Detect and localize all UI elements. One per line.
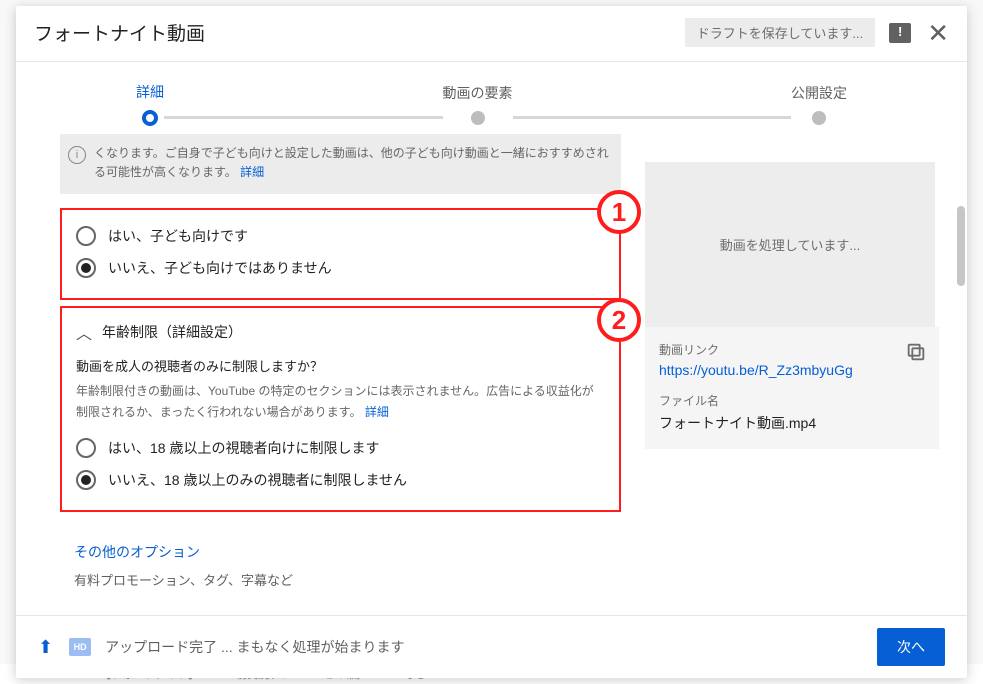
step-elements[interactable]: 動画の要素	[443, 83, 513, 125]
age-collapse-toggle[interactable]: ︿ 年齢制限（詳細設定）	[76, 318, 605, 352]
annotation-badge-2: 2	[597, 298, 641, 342]
left-column: i くなります。ご自身で子ども向けと設定した動画は、他の子ども向け動画と一緒にお…	[60, 134, 639, 615]
step-dot-active	[142, 110, 158, 126]
chevron-up-icon: ︿	[76, 320, 92, 344]
feedback-icon[interactable]	[889, 23, 911, 43]
radio-icon	[76, 226, 96, 246]
scrollbar[interactable]	[957, 206, 965, 286]
step-details[interactable]: 詳細	[136, 82, 164, 126]
other-options: その他のオプション 有料プロモーション、タグ、字幕など	[60, 518, 621, 589]
age-description: 年齢制限付きの動画は、YouTube の特定のセクションには表示されません。広告…	[76, 381, 605, 422]
draft-status-chip: ドラフトを保存しています...	[685, 18, 875, 47]
info-banner: i くなります。ご自身で子ども向けと設定した動画は、他の子ども向け動画と一緒にお…	[60, 134, 621, 194]
copy-icon[interactable]	[905, 341, 927, 363]
dialog-header: フォートナイト動画 ドラフトを保存しています... ✕	[16, 6, 967, 62]
video-link[interactable]: https://youtu.be/R_Zz3mbyuGg	[659, 362, 925, 378]
upload-dialog: フォートナイト動画 ドラフトを保存しています... ✕ 詳細 動画の要素 公開設…	[16, 6, 967, 678]
stepper: 詳細 動画の要素 公開設定	[16, 62, 967, 134]
audience-section: 1 はい、子ども向けです いいえ、子ども向けではありません	[60, 208, 621, 300]
video-thumbnail-placeholder: 動画を処理しています...	[645, 162, 935, 327]
close-icon[interactable]: ✕	[927, 20, 949, 46]
file-name-label: ファイル名	[659, 392, 925, 409]
radio-icon-selected	[76, 470, 96, 490]
step-visibility[interactable]: 公開設定	[791, 83, 847, 125]
radio-age-no[interactable]: いいえ、18 歳以上のみの視聴者に制限しません	[76, 464, 605, 496]
upload-icon: ⬆	[38, 637, 53, 658]
video-link-label: 動画リンク	[659, 341, 925, 358]
annotation-badge-1: 1	[597, 190, 641, 234]
video-meta-panel: 動画リンク https://youtu.be/R_Zz3mbyuGg ファイル名…	[645, 327, 939, 449]
age-question: 動画を成人の視聴者のみに制限しますか？	[76, 356, 605, 375]
step-line	[513, 116, 792, 119]
dialog-title: フォートナイト動画	[34, 19, 685, 46]
hd-icon: HD	[69, 638, 91, 656]
step-dot	[812, 111, 826, 125]
content-area: i くなります。ご自身で子ども向けと設定した動画は、他の子ども向け動画と一緒にお…	[16, 134, 967, 615]
info-icon: i	[68, 146, 86, 164]
other-options-desc: 有料プロモーション、タグ、字幕など	[74, 570, 621, 589]
radio-icon	[76, 438, 96, 458]
file-name: フォートナイト動画.mp4	[659, 413, 925, 433]
upload-status: アップロード完了 ... まもなく処理が始まります	[105, 637, 877, 657]
radio-icon-selected	[76, 258, 96, 278]
radio-kids-yes[interactable]: はい、子ども向けです	[76, 220, 605, 252]
step-line	[164, 116, 443, 119]
age-restriction-section: 2 ︿ 年齢制限（詳細設定） 動画を成人の視聴者のみに制限しますか？ 年齢制限付…	[60, 306, 621, 512]
right-column: 動画を処理しています... 動画リンク https://youtu.be/R_Z…	[639, 134, 939, 615]
age-learn-more-link[interactable]: 詳細	[365, 405, 389, 419]
other-options-link[interactable]: その他のオプション	[74, 542, 621, 562]
step-dot	[471, 111, 485, 125]
next-button[interactable]: 次へ	[877, 628, 945, 666]
radio-age-yes[interactable]: はい、18 歳以上の視聴者向けに制限します	[76, 432, 605, 464]
radio-kids-no[interactable]: いいえ、子ども向けではありません	[76, 252, 605, 284]
dialog-footer: ⬆ HD アップロード完了 ... まもなく処理が始まります 次へ	[16, 615, 967, 678]
info-learn-more-link[interactable]: 詳細	[240, 165, 264, 179]
